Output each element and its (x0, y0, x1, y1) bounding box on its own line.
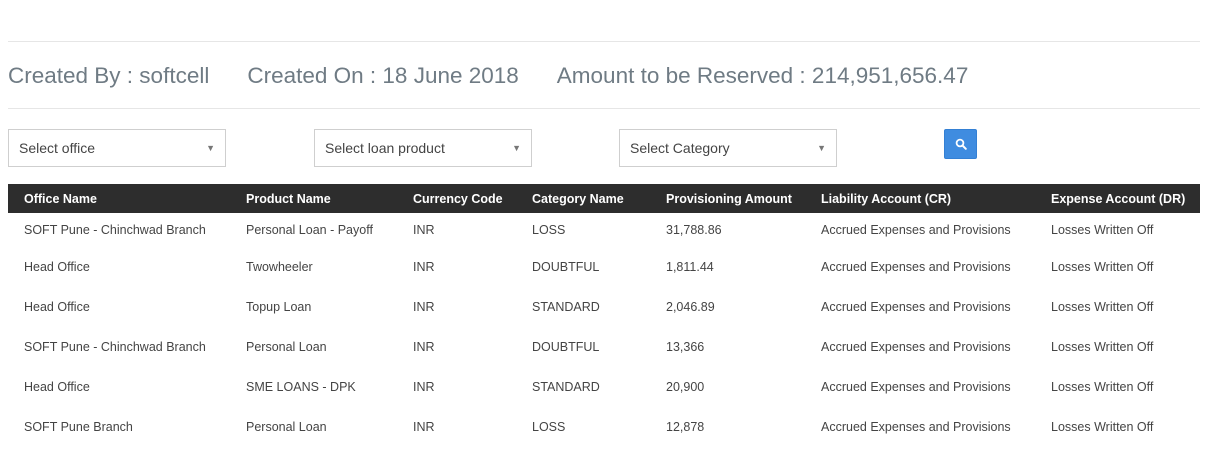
liability-account-cell: Accrued Expenses and Provisions (821, 260, 1011, 274)
product-name-cell: Twowheeler (246, 260, 313, 274)
search-button[interactable] (944, 129, 977, 159)
amount-reserved-text: Amount to be Reserved : 214,951,656.47 (556, 63, 969, 88)
top-divider (8, 41, 1200, 42)
currency-code-cell: INR (413, 380, 435, 394)
product-name-cell: Topup Loan (246, 300, 312, 314)
category-name-cell: LOSS (532, 420, 566, 434)
office-name-cell: SOFT Pune - Chinchwad Branch (24, 223, 206, 237)
table-row[interactable]: SOFT Pune - Chinchwad Branch Personal Lo… (8, 213, 1200, 247)
column-header[interactable]: Provisioning Amount (666, 184, 821, 213)
office-name-cell: Head Office (24, 380, 90, 394)
category-select-label: Select Category (630, 140, 730, 156)
provisioning-amount-cell: 13,366 (666, 340, 705, 354)
loan-product-select-label: Select loan product (325, 140, 445, 156)
created-by-text: Created By : softcell (8, 63, 210, 88)
category-name-cell: STANDARD (532, 380, 600, 394)
currency-code-cell: INR (413, 223, 435, 237)
search-icon (955, 138, 967, 150)
column-header[interactable]: Liability Account (CR) (821, 184, 1051, 213)
provisioning-amount-cell: 1,811.44 (666, 260, 714, 274)
chevron-down-icon: ▼ (206, 143, 215, 153)
provisioning-amount-cell: 31,788.86 (666, 223, 722, 237)
provisioning-table: Office Name Product Name Currency Code C… (8, 184, 1200, 447)
liability-account-cell: Accrued Expenses and Provisions (821, 380, 1011, 394)
expense-account-cell: Losses Written Off (1051, 380, 1154, 394)
expense-account-cell: Losses Written Off (1051, 223, 1154, 237)
summary-divider (8, 108, 1200, 109)
category-name-cell: DOUBTFUL (532, 260, 600, 274)
provisioning-amount-cell: 20,900 (666, 380, 705, 394)
table-row[interactable]: Head Office SME LOANS - DPK INR STANDARD… (8, 367, 1200, 407)
provisioning-amount-cell: 12,878 (666, 420, 705, 434)
table-row[interactable]: SOFT Pune Branch Personal Loan INR LOSS … (8, 407, 1200, 447)
liability-account-cell: Accrued Expenses and Provisions (821, 420, 1011, 434)
liability-account-cell: Accrued Expenses and Provisions (821, 223, 1011, 237)
liability-account-cell: Accrued Expenses and Provisions (821, 300, 1011, 314)
category-name-cell: LOSS (532, 223, 566, 237)
expense-account-cell: Losses Written Off (1051, 340, 1154, 354)
table-row[interactable]: Head Office Topup Loan INR STANDARD 2,04… (8, 287, 1200, 327)
office-name-cell: Head Office (24, 260, 90, 274)
currency-code-cell: INR (413, 420, 435, 434)
category-select[interactable]: Select Category ▼ (619, 129, 837, 167)
currency-code-cell: INR (413, 340, 435, 354)
office-name-cell: SOFT Pune - Chinchwad Branch (24, 340, 206, 354)
office-name-cell: SOFT Pune Branch (24, 420, 133, 434)
column-header[interactable]: Product Name (246, 184, 413, 213)
currency-code-cell: INR (413, 260, 435, 274)
expense-account-cell: Losses Written Off (1051, 260, 1154, 274)
product-name-cell: Personal Loan - Payoff (246, 223, 373, 237)
table-row[interactable]: Head Office Twowheeler INR DOUBTFUL 1,81… (8, 247, 1200, 287)
office-name-cell: Head Office (24, 300, 90, 314)
chevron-down-icon: ▼ (817, 143, 826, 153)
chevron-down-icon: ▼ (512, 143, 521, 153)
office-select[interactable]: Select office ▼ (8, 129, 226, 167)
column-header[interactable]: Category Name (532, 184, 666, 213)
expense-account-cell: Losses Written Off (1051, 300, 1154, 314)
office-select-label: Select office (19, 140, 96, 156)
category-name-cell: STANDARD (532, 300, 600, 314)
summary-bar: Created By : softcell Created On : 18 Ju… (8, 60, 968, 92)
column-header[interactable]: Office Name (8, 184, 246, 213)
product-name-cell: Personal Loan (246, 420, 327, 434)
expense-account-cell: Losses Written Off (1051, 420, 1154, 434)
created-on-text: Created On : 18 June 2018 (247, 63, 519, 88)
column-header[interactable]: Expense Account (DR) (1051, 184, 1200, 213)
table-header-row: Office Name Product Name Currency Code C… (8, 184, 1200, 213)
product-name-cell: Personal Loan (246, 340, 327, 354)
currency-code-cell: INR (413, 300, 435, 314)
provisioning-amount-cell: 2,046.89 (666, 300, 715, 314)
column-header[interactable]: Currency Code (413, 184, 532, 213)
category-name-cell: DOUBTFUL (532, 340, 600, 354)
loan-product-select[interactable]: Select loan product ▼ (314, 129, 532, 167)
liability-account-cell: Accrued Expenses and Provisions (821, 340, 1011, 354)
product-name-cell: SME LOANS - DPK (246, 380, 356, 394)
table-row[interactable]: SOFT Pune - Chinchwad Branch Personal Lo… (8, 327, 1200, 367)
